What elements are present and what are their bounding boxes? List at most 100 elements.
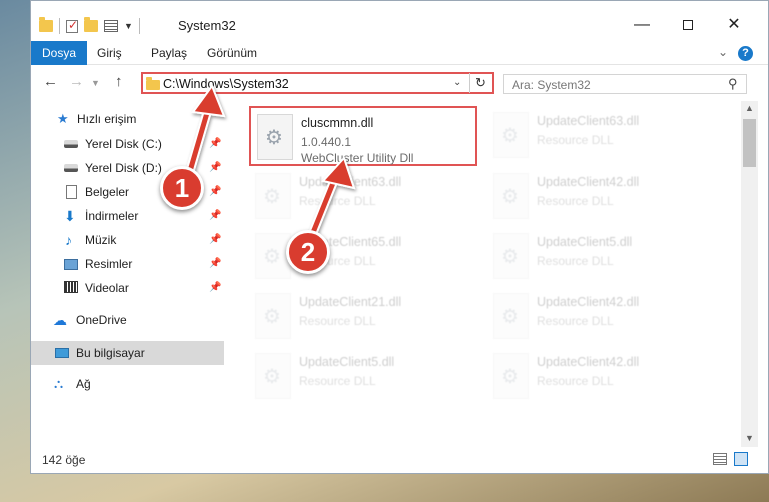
- sidebar-item-local-disk-c[interactable]: Yerel Disk (C:) 📌: [31, 132, 224, 156]
- vertical-scrollbar[interactable]: ▲ ▼: [741, 101, 758, 447]
- file-item[interactable]: ⚙ UpdateClient65.dll Resource DLL: [249, 227, 479, 285]
- recent-locations-chevron-icon[interactable]: ▼: [91, 78, 100, 88]
- pin-icon[interactable]: 📌: [209, 282, 221, 293]
- file-item[interactable]: ⚙ UpdateClient21.dll Resource DLL: [249, 287, 479, 345]
- step-marker-2: 2: [286, 230, 330, 274]
- file-description: Resource DLL: [537, 133, 614, 147]
- dll-file-icon: ⚙: [255, 293, 291, 339]
- file-item[interactable]: ⚙ UpdateClient42.dll Resource DLL: [487, 347, 717, 405]
- file-name: UpdateClient63.dll: [299, 175, 402, 189]
- sidebar-item-label: Bu bilgisayar: [76, 346, 145, 360]
- drive-icon: [64, 140, 78, 148]
- tab-view[interactable]: Görünüm: [199, 41, 257, 65]
- sidebar-item-network[interactable]: ⛬ Ağ: [31, 372, 224, 396]
- forward-button[interactable]: →: [69, 73, 84, 90]
- file-item-cluscmmn[interactable]: ⚙ cluscmmn.dll 1.0.440.1 WebCluster Util…: [249, 106, 477, 166]
- drive-icon: [64, 164, 78, 172]
- address-bar[interactable]: C:\Windows\System32 ⌄ ↻: [141, 72, 494, 94]
- pin-icon[interactable]: 📌: [209, 234, 221, 245]
- pictures-icon: [64, 259, 78, 270]
- file-name: cluscmmn.dll: [301, 116, 374, 130]
- file-list: ⚙ cluscmmn.dll 1.0.440.1 WebCluster Util…: [249, 101, 741, 447]
- tab-share[interactable]: Paylaş: [143, 41, 187, 65]
- sidebar-item-quick-access[interactable]: ★ Hızlı erişim: [31, 107, 224, 131]
- sidebar-item-label: Yerel Disk (D:): [85, 161, 162, 175]
- customize-toolbar-chevron-icon[interactable]: ▼: [124, 21, 133, 31]
- pin-icon[interactable]: 📌: [209, 138, 221, 149]
- documents-icon: [66, 185, 77, 199]
- details-view-icon[interactable]: [713, 453, 727, 465]
- minimize-button[interactable]: —: [619, 11, 665, 39]
- gear-icon: ⚙: [501, 366, 519, 388]
- file-item[interactable]: ⚙ UpdateClient42.dll Resource DLL: [487, 287, 717, 345]
- gear-icon: ⚙: [501, 246, 519, 268]
- pin-icon[interactable]: 📌: [209, 258, 221, 269]
- sidebar-item-pictures[interactable]: Resimler 📌: [31, 252, 224, 276]
- sidebar-item-label: Müzik: [85, 233, 117, 247]
- gear-icon: ⚙: [263, 306, 281, 328]
- file-name: UpdateClient42.dll: [537, 175, 640, 189]
- quick-access-toolbar: ▼: [39, 16, 140, 36]
- file-item[interactable]: ⚙ UpdateClient63.dll Resource DLL: [487, 106, 717, 164]
- scroll-up-arrow-icon[interactable]: ▲: [745, 103, 754, 113]
- sidebar-item-videos[interactable]: Videolar 📌: [31, 276, 224, 300]
- address-history-chevron-icon[interactable]: ⌄: [453, 77, 461, 88]
- sidebar-item-label: Ağ: [76, 377, 91, 391]
- sidebar-item-downloads[interactable]: ⬇ İndirmeler 📌: [31, 204, 224, 228]
- sidebar-item-onedrive[interactable]: ☁ OneDrive: [31, 308, 224, 332]
- folder-icon: [146, 77, 160, 90]
- toolbar-divider: [59, 18, 60, 34]
- file-description: Resource DLL: [537, 314, 614, 328]
- dll-file-icon: ⚙: [493, 293, 529, 339]
- file-item[interactable]: ⚙ UpdateClient5.dll Resource DLL: [487, 227, 717, 285]
- folder-icon: [39, 17, 53, 32]
- gear-icon: ⚙: [265, 127, 283, 149]
- gear-icon: ⚙: [263, 366, 281, 388]
- file-item[interactable]: ⚙ UpdateClient63.dll Resource DLL: [249, 167, 479, 225]
- address-path[interactable]: C:\Windows\System32: [163, 77, 289, 91]
- quick-access-star-icon: ★: [57, 111, 69, 126]
- dll-file-icon: ⚙: [255, 173, 291, 219]
- properties-list-icon[interactable]: [104, 20, 118, 32]
- sidebar-item-this-pc[interactable]: Bu bilgisayar: [31, 341, 224, 365]
- gear-icon: ⚙: [263, 246, 281, 268]
- file-item[interactable]: ⚙ UpdateClient42.dll Resource DLL: [487, 167, 717, 225]
- help-icon[interactable]: ?: [738, 46, 753, 61]
- refresh-button[interactable]: ↻: [469, 73, 491, 93]
- file-item[interactable]: ⚙ UpdateClient5.dll Resource DLL: [249, 347, 479, 405]
- file-description: Resource DLL: [299, 374, 376, 388]
- scroll-down-arrow-icon[interactable]: ▼: [745, 433, 754, 443]
- maximize-button[interactable]: [665, 11, 711, 39]
- file-description: Resource DLL: [537, 254, 614, 268]
- pin-icon[interactable]: 📌: [209, 162, 221, 173]
- close-button[interactable]: ✕: [711, 11, 757, 39]
- up-button[interactable]: ↑: [115, 73, 123, 90]
- videos-icon: [64, 281, 78, 293]
- navigation-pane: ★ Hızlı erişim Yerel Disk (C:) 📌 Yerel D…: [31, 101, 224, 447]
- sidebar-item-label: İndirmeler: [85, 209, 139, 223]
- window-title: System32: [178, 18, 236, 33]
- pin-icon[interactable]: 📌: [209, 186, 221, 197]
- large-icons-view-icon[interactable]: [734, 452, 748, 466]
- sidebar-item-label: Resimler: [85, 257, 133, 271]
- file-name: UpdateClient5.dll: [299, 355, 395, 369]
- dll-file-icon: ⚙: [257, 114, 293, 160]
- sidebar-item-music[interactable]: ♪ Müzik 📌: [31, 228, 224, 252]
- file-description: Resource DLL: [537, 374, 614, 388]
- file-explorer-window: ▼ System32 — ✕ Dosya Giriş Paylaş Görünü…: [30, 0, 769, 474]
- back-button[interactable]: ←: [43, 73, 58, 90]
- tab-home[interactable]: Giriş: [91, 41, 122, 65]
- sidebar-item-label: Belgeler: [85, 185, 130, 199]
- search-icon[interactable]: ⚲: [728, 76, 738, 92]
- properties-check-icon[interactable]: [66, 18, 78, 33]
- sidebar-item-label: Hızlı erişim: [77, 112, 137, 126]
- new-folder-icon[interactable]: [84, 17, 98, 32]
- this-pc-icon: [55, 348, 69, 358]
- scrollbar-thumb[interactable]: [743, 119, 756, 167]
- search-input[interactable]: Ara: System32 ⚲: [503, 74, 747, 94]
- maximize-icon: [683, 19, 693, 30]
- sidebar-item-label: OneDrive: [76, 313, 127, 327]
- expand-ribbon-chevron-icon[interactable]: ⌄: [718, 45, 728, 59]
- pin-icon[interactable]: 📌: [209, 210, 221, 221]
- file-version: 1.0.440.1: [301, 135, 352, 149]
